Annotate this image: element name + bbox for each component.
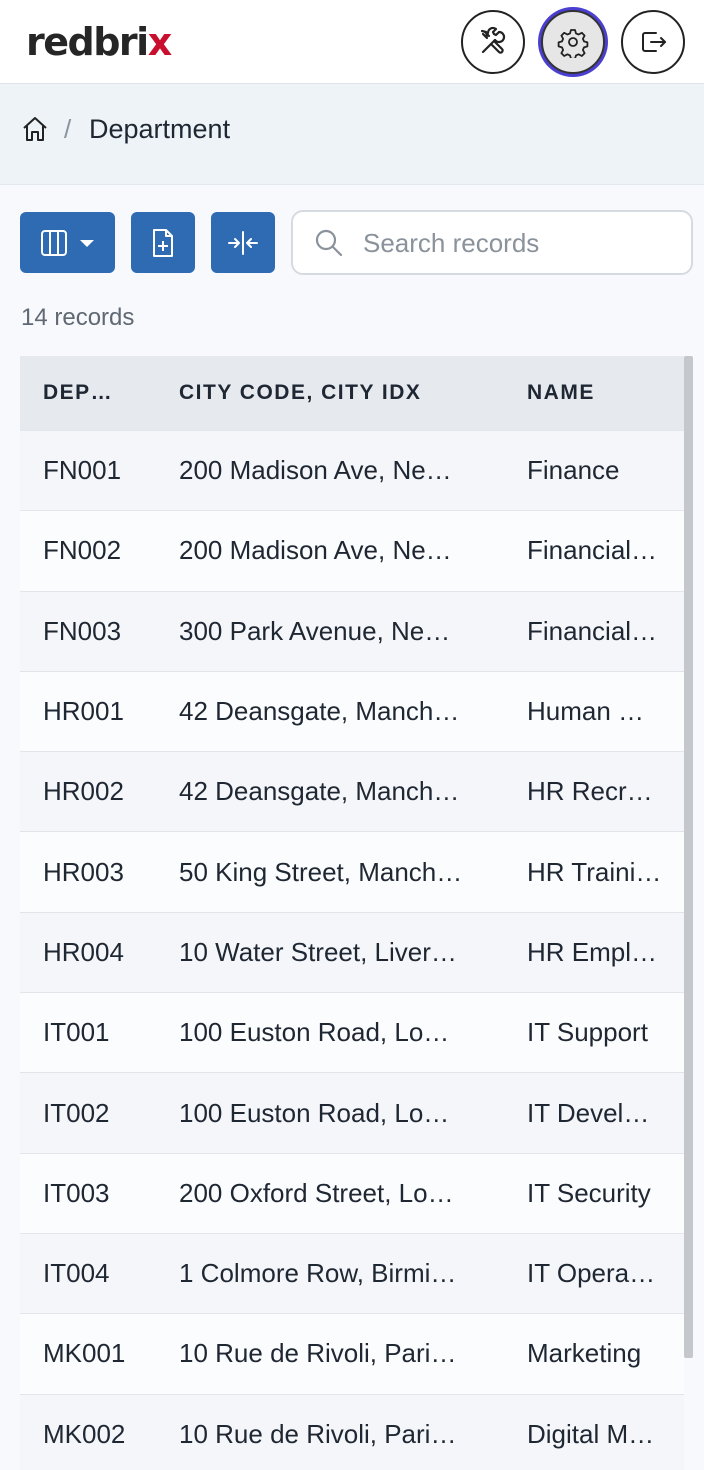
cell-name: HR Recr… bbox=[527, 776, 653, 807]
columns-icon bbox=[40, 229, 67, 256]
cell-name: Financial… bbox=[527, 535, 658, 566]
home-icon[interactable] bbox=[20, 114, 50, 144]
cell-address: 42 Deansgate, Manch… bbox=[179, 696, 460, 727]
gear-icon bbox=[557, 29, 589, 58]
column-header-name[interactable]: NAME bbox=[527, 381, 671, 405]
table-row[interactable]: HR002 42 Deansgate, Manch… HR Recr… bbox=[20, 751, 684, 832]
cell-name: HR Traini… bbox=[527, 856, 662, 887]
cell-department-code: HR003 bbox=[43, 856, 124, 887]
cell-name: IT Devel… bbox=[527, 1097, 650, 1128]
tools-button[interactable] bbox=[461, 10, 525, 74]
search-input[interactable] bbox=[363, 224, 673, 262]
cell-department-code: FN001 bbox=[43, 455, 122, 486]
breadcrumb: / Department bbox=[0, 84, 704, 185]
cell-department-code: IT002 bbox=[43, 1097, 110, 1128]
cell-address: 200 Oxford Street, Lo… bbox=[179, 1177, 454, 1208]
cell-address: 10 Rue de Rivoli, Pari… bbox=[179, 1418, 457, 1449]
cell-address: 1 Colmore Row, Birmi… bbox=[179, 1258, 457, 1289]
cell-name: Human … bbox=[527, 696, 645, 727]
records-table: DEP… CITY CODE, CITY IDX NAME FN001 200 M… bbox=[20, 356, 684, 1470]
cell-department-code: IT004 bbox=[43, 1258, 110, 1289]
cell-department-code: FN002 bbox=[43, 535, 122, 566]
search-box[interactable] bbox=[291, 210, 693, 275]
cell-address: 200 Madison Ave, Ne… bbox=[179, 455, 452, 486]
cell-address: 100 Euston Road, Lo… bbox=[179, 1017, 450, 1048]
cell-department-code: FN003 bbox=[43, 615, 122, 646]
cell-department-code: HR004 bbox=[43, 936, 124, 967]
cell-address: 10 Rue de Rivoli, Pari… bbox=[179, 1338, 457, 1369]
table-row[interactable]: IT001 100 Euston Road, Lo… IT Support bbox=[20, 992, 684, 1073]
table-row[interactable]: MK002 10 Rue de Rivoli, Pari… Digital M… bbox=[20, 1393, 684, 1470]
top-bar: redbri x bbox=[0, 0, 704, 84]
cell-address: 200 Madison Ave, Ne… bbox=[179, 535, 452, 566]
cell-name: Finance bbox=[527, 455, 620, 486]
cell-name: Digital M… bbox=[527, 1418, 655, 1449]
table-row[interactable]: HR004 10 Water Street, Liver… HR Empl… bbox=[20, 911, 684, 993]
table-row[interactable]: IT002 100 Euston Road, Lo… IT Devel… bbox=[20, 1072, 684, 1153]
column-header-city[interactable]: CITY CODE, CITY IDX bbox=[179, 381, 483, 405]
table-row[interactable]: HR003 50 King Street, Manch… HR Traini… bbox=[20, 831, 684, 912]
table-scrollbar[interactable] bbox=[684, 356, 693, 1358]
logo-mark: x bbox=[147, 20, 173, 64]
column-header-department[interactable]: DEP… bbox=[43, 381, 158, 405]
chevron-down-icon bbox=[79, 239, 94, 247]
table-row[interactable]: FN002 200 Madison Ave, Ne… Financial… bbox=[20, 510, 684, 591]
breadcrumb-current: Department bbox=[89, 114, 231, 144]
search-icon bbox=[315, 229, 343, 257]
cell-name: HR Empl… bbox=[527, 936, 658, 967]
cell-name: Marketing bbox=[527, 1338, 642, 1369]
table-row[interactable]: MK001 10 Rue de Rivoli, Pari… Marketing bbox=[20, 1313, 684, 1394]
cell-department-code: MK001 bbox=[43, 1338, 126, 1369]
cell-name: IT Opera… bbox=[527, 1258, 656, 1289]
resize-columns-icon bbox=[228, 230, 258, 255]
cell-address: 42 Deansgate, Manch… bbox=[179, 776, 460, 807]
table-row[interactable]: HR001 42 Deansgate, Manch… Human … bbox=[20, 670, 684, 752]
cell-address: 100 Euston Road, Lo… bbox=[179, 1097, 450, 1128]
table-row[interactable]: FN001 200 Madison Ave, Ne… Finance bbox=[20, 430, 684, 511]
table-row[interactable]: IT004 1 Colmore Row, Birmi… IT Opera… bbox=[20, 1232, 684, 1314]
breadcrumb-separator: / bbox=[64, 114, 72, 144]
cell-department-code: MK002 bbox=[43, 1418, 126, 1449]
add-record-button[interactable] bbox=[131, 212, 195, 273]
table-header: DEP… CITY CODE, CITY IDX NAME bbox=[20, 356, 684, 430]
redbrix-logo[interactable]: redbri x bbox=[26, 20, 173, 64]
table-body: FN001 200 Madison Ave, Ne… Finance FN002 200… bbox=[20, 430, 684, 1470]
cell-department-code: IT001 bbox=[43, 1017, 110, 1048]
cell-address: 10 Water Street, Liver… bbox=[179, 936, 457, 967]
table-row[interactable]: IT003 200 Oxford Street, Lo… IT Security bbox=[20, 1152, 684, 1233]
logout-icon bbox=[642, 32, 666, 52]
cell-name: Financial… bbox=[527, 615, 658, 646]
cell-department-code: HR002 bbox=[43, 776, 124, 807]
settings-button[interactable] bbox=[541, 10, 605, 74]
add-file-icon bbox=[153, 228, 173, 257]
logo-text: redbri bbox=[26, 20, 149, 64]
records-count: 14 records bbox=[21, 304, 135, 331]
cell-name: IT Support bbox=[527, 1017, 648, 1048]
cell-address: 50 King Street, Manch… bbox=[179, 856, 463, 887]
cell-department-code: HR001 bbox=[43, 696, 124, 727]
table-row[interactable]: FN003 300 Park Avenue, Ne… Financial… bbox=[20, 590, 684, 671]
cell-name: IT Security bbox=[527, 1177, 651, 1208]
cell-department-code: IT003 bbox=[43, 1177, 110, 1208]
logout-button[interactable] bbox=[621, 10, 685, 74]
columns-dropdown-button[interactable] bbox=[20, 212, 115, 273]
resize-columns-button[interactable] bbox=[211, 212, 275, 273]
cell-address: 300 Park Avenue, Ne… bbox=[179, 615, 451, 646]
tools-icon bbox=[480, 26, 506, 54]
